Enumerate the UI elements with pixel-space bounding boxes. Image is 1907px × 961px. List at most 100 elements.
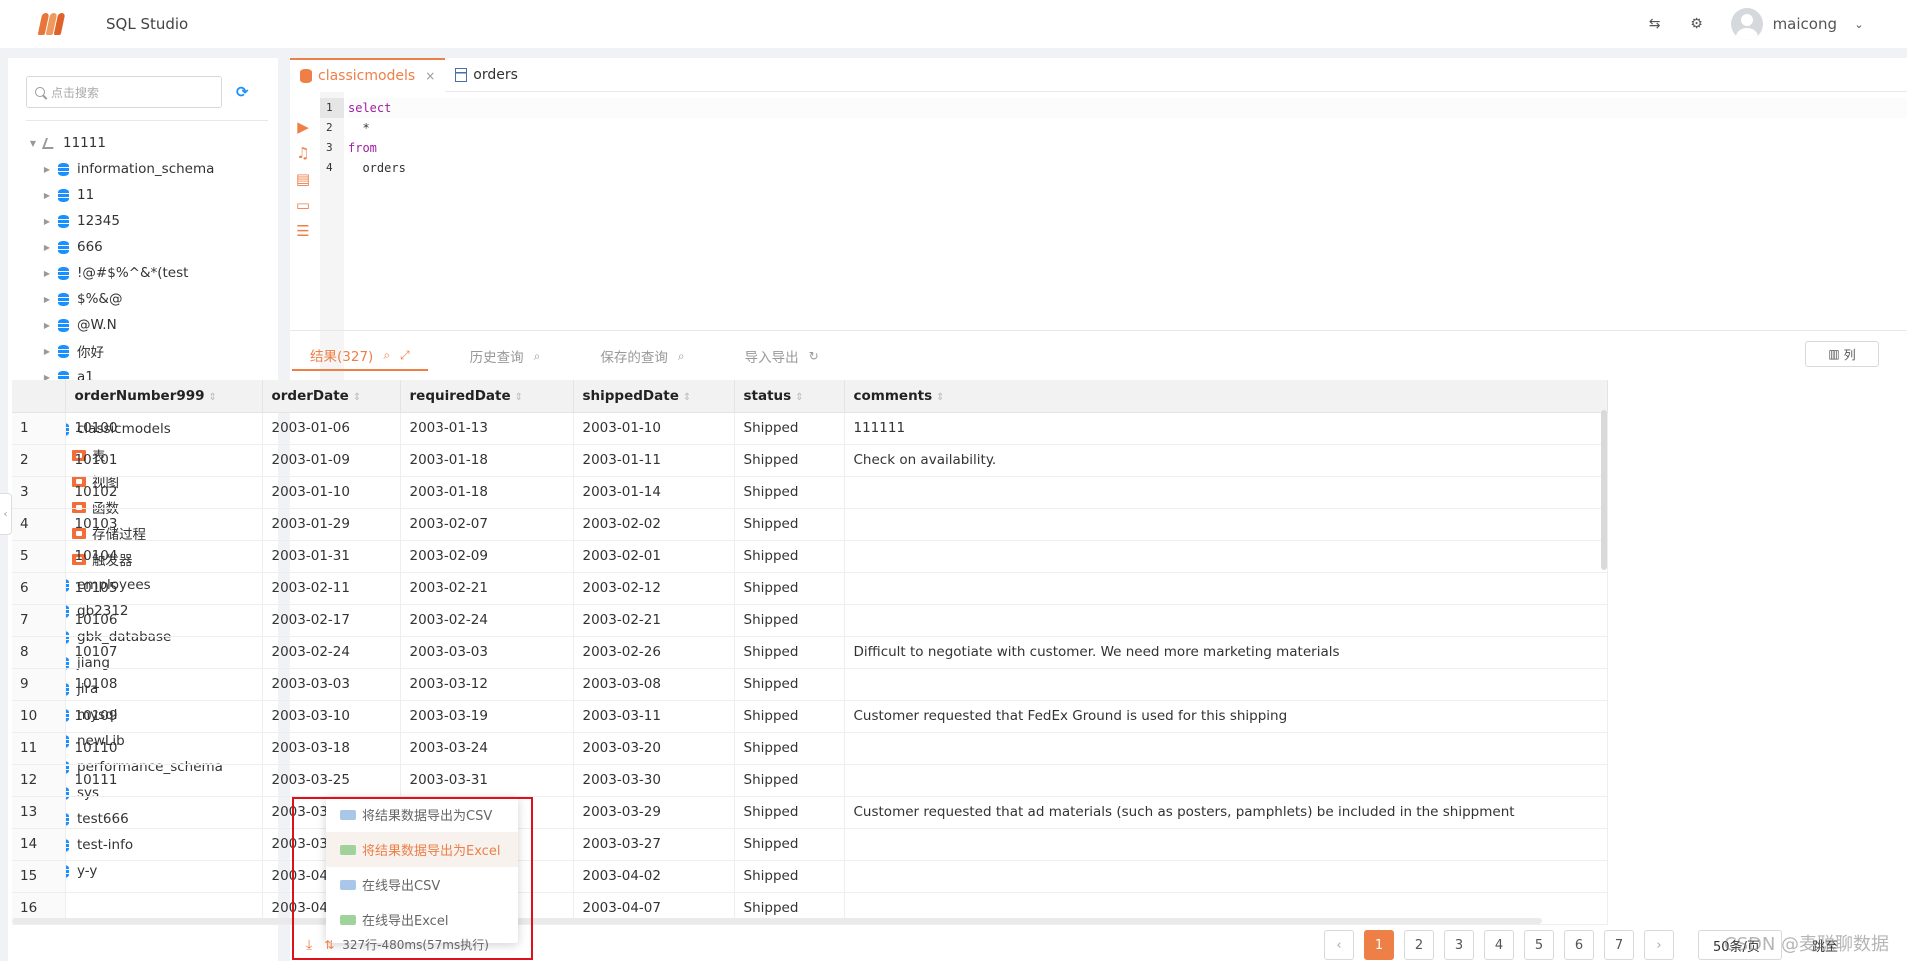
table-row[interactable]: 142003-03-262003-04-022003-03-27Shipped — [12, 828, 1608, 861]
table-cell[interactable]: 2003-02-24 — [262, 636, 401, 669]
table-cell[interactable]: 2003-02-21 — [573, 604, 735, 637]
tree-db[interactable]: ▶ @W.N — [28, 312, 223, 338]
page-button[interactable]: 4 — [1484, 930, 1514, 960]
table-cell[interactable]: 10110 — [65, 732, 263, 765]
document-icon[interactable]: ▤ — [294, 170, 312, 188]
table-cell[interactable] — [844, 860, 1608, 893]
table-cell[interactable] — [844, 540, 1608, 573]
table-row[interactable]: 7 10106 2003-02-17 2003-02-24 2003-02-21 Ship… — [12, 604, 1608, 637]
close-icon[interactable]: × — [425, 69, 435, 83]
table-cell[interactable]: 10102 — [65, 476, 263, 509]
tab-history[interactable]: 历史查询 ⌕ — [452, 341, 559, 371]
table-cell[interactable]: 111111 — [844, 412, 1608, 445]
sort-icon[interactable]: ⇕ — [209, 392, 217, 403]
caret-icon[interactable]: ▶ — [42, 243, 52, 252]
table-cell[interactable]: Shipped — [734, 540, 845, 573]
tab-classicmodels[interactable]: classicmodels × — [290, 58, 446, 92]
column-header[interactable]: status ⇕ — [734, 380, 845, 413]
table-cell[interactable]: 10104 — [65, 540, 263, 573]
column-header[interactable]: shippedDate ⇕ — [573, 380, 735, 413]
username[interactable]: maicong — [1773, 15, 1837, 33]
tab-results[interactable]: 结果(327) ⌕ ⤢ — [292, 341, 428, 371]
table-cell[interactable]: 2003-02-17 — [262, 604, 401, 637]
table-cell[interactable]: 2003-03-24 — [400, 732, 574, 765]
table-cell[interactable] — [65, 860, 263, 893]
table-cell[interactable]: 2003-03-20 — [573, 732, 735, 765]
table-cell[interactable]: 2003-04-02 — [573, 860, 735, 893]
table-cell[interactable]: 10108 — [65, 668, 263, 701]
table-cell[interactable]: 2003-01-10 — [573, 412, 735, 445]
table-cell[interactable]: Customer requested that ad materials (su… — [844, 796, 1608, 829]
columns-button[interactable]: ▥ 列 — [1805, 341, 1879, 367]
table-cell[interactable]: 2003-02-26 — [573, 636, 735, 669]
table-cell[interactable]: 2003-01-13 — [400, 412, 574, 445]
caret-icon[interactable]: ▶ — [42, 295, 52, 304]
table-cell[interactable]: Shipped — [734, 700, 845, 733]
table-cell[interactable]: 2003-03-03 — [400, 636, 574, 669]
tree-db[interactable]: ▶ 12345 — [28, 208, 223, 234]
caret-icon[interactable]: ▶ — [42, 269, 52, 278]
table-cell[interactable]: 2003-01-11 — [573, 444, 735, 477]
sort-icon[interactable]: ⇕ — [683, 392, 691, 403]
chevron-down-icon[interactable]: ⌄ — [1851, 16, 1867, 32]
table-row[interactable]: 10 10109 2003-03-10 2003-03-19 2003-03-11 Shi… — [12, 700, 1608, 733]
table-cell[interactable]: 2003-01-29 — [262, 508, 401, 541]
vertical-scrollbar[interactable] — [1601, 410, 1607, 570]
table-cell[interactable]: Check on availability. — [844, 444, 1608, 477]
table-cell[interactable]: 2003-03-12 — [400, 668, 574, 701]
tree-db[interactable]: ▶ $%&@ — [28, 286, 223, 312]
sort-icon[interactable]: ⇕ — [353, 392, 361, 403]
page-button[interactable]: 7 — [1604, 930, 1634, 960]
table-cell[interactable]: 2003-01-09 — [262, 444, 401, 477]
table-cell[interactable] — [844, 668, 1608, 701]
table-cell[interactable]: 2003-03-18 — [262, 732, 401, 765]
table-cell[interactable]: 10100 — [65, 412, 263, 445]
table-row[interactable]: 12 10111 2003-03-25 2003-03-31 2003-03-30 Shi… — [12, 764, 1608, 797]
caret-icon[interactable]: ▶ — [42, 347, 52, 356]
tab-saved-queries[interactable]: 保存的查询 ⌕ — [582, 341, 702, 371]
table-cell[interactable]: 10111 — [65, 764, 263, 797]
column-header[interactable]: orderDate ⇕ — [262, 380, 401, 413]
table-cell[interactable]: Shipped — [734, 636, 845, 669]
tree-connection[interactable]: ▼ 11111 — [28, 130, 223, 156]
table-cell[interactable]: 10106 — [65, 604, 263, 637]
table-cell[interactable]: 2003-02-21 — [400, 572, 574, 605]
table-row[interactable]: 8 10107 2003-02-24 2003-03-03 2003-02-26 Ship… — [12, 636, 1608, 669]
table-cell[interactable]: 2003-01-14 — [573, 476, 735, 509]
table-cell[interactable]: 2003-02-12 — [573, 572, 735, 605]
page-button[interactable]: 5 — [1524, 930, 1554, 960]
page-button[interactable]: 6 — [1564, 930, 1594, 960]
sort-icon[interactable]: ⇕ — [795, 392, 803, 403]
table-cell[interactable]: 2003-03-30 — [573, 764, 735, 797]
table-cell[interactable]: 2003-03-10 — [262, 700, 401, 733]
table-row[interactable]: 11 10110 2003-03-18 2003-03-24 2003-03-20 Shi… — [12, 732, 1608, 765]
format-icon[interactable]: ☰ — [294, 222, 312, 240]
table-row[interactable]: 2 10101 2003-01-09 2003-01-18 2003-01-11 Ship… — [12, 444, 1608, 477]
table-row[interactable]: 1 10100 2003-01-06 2003-01-13 2003-01-10 Ship… — [12, 412, 1608, 445]
table-cell[interactable]: Shipped — [734, 732, 845, 765]
run-icon[interactable]: ▶ — [294, 118, 312, 136]
save-icon[interactable]: ▭ — [294, 196, 312, 214]
table-cell[interactable]: Shipped — [734, 444, 845, 477]
page-button[interactable]: 1 — [1364, 930, 1394, 960]
table-cell[interactable]: 2003-01-31 — [262, 540, 401, 573]
table-cell[interactable] — [844, 732, 1608, 765]
table-cell[interactable]: 2003-01-10 — [262, 476, 401, 509]
table-cell[interactable] — [844, 508, 1608, 541]
table-cell[interactable]: 2003-02-24 — [400, 604, 574, 637]
table-cell[interactable]: 2003-01-06 — [262, 412, 401, 445]
table-cell[interactable]: 2003-02-01 — [573, 540, 735, 573]
column-header[interactable]: orderNumber999 ⇕ — [65, 380, 263, 413]
table-cell[interactable]: 10105 — [65, 572, 263, 605]
table-cell[interactable] — [844, 476, 1608, 509]
column-header[interactable]: comments ⇕ — [844, 380, 1608, 413]
table-cell[interactable]: Shipped — [734, 668, 845, 701]
table-cell[interactable]: Shipped — [734, 572, 845, 605]
table-cell[interactable]: 2003-03-03 — [262, 668, 401, 701]
table-cell[interactable]: 2003-03-19 — [400, 700, 574, 733]
settings-icon[interactable]: ⚙ — [1689, 16, 1705, 32]
next-page-button[interactable]: › — [1644, 930, 1674, 960]
table-cell[interactable] — [65, 828, 263, 861]
tree-db[interactable]: ▶ 666 — [28, 234, 223, 260]
table-row[interactable]: 4 10103 2003-01-29 2003-02-07 2003-02-02 Ship… — [12, 508, 1608, 541]
